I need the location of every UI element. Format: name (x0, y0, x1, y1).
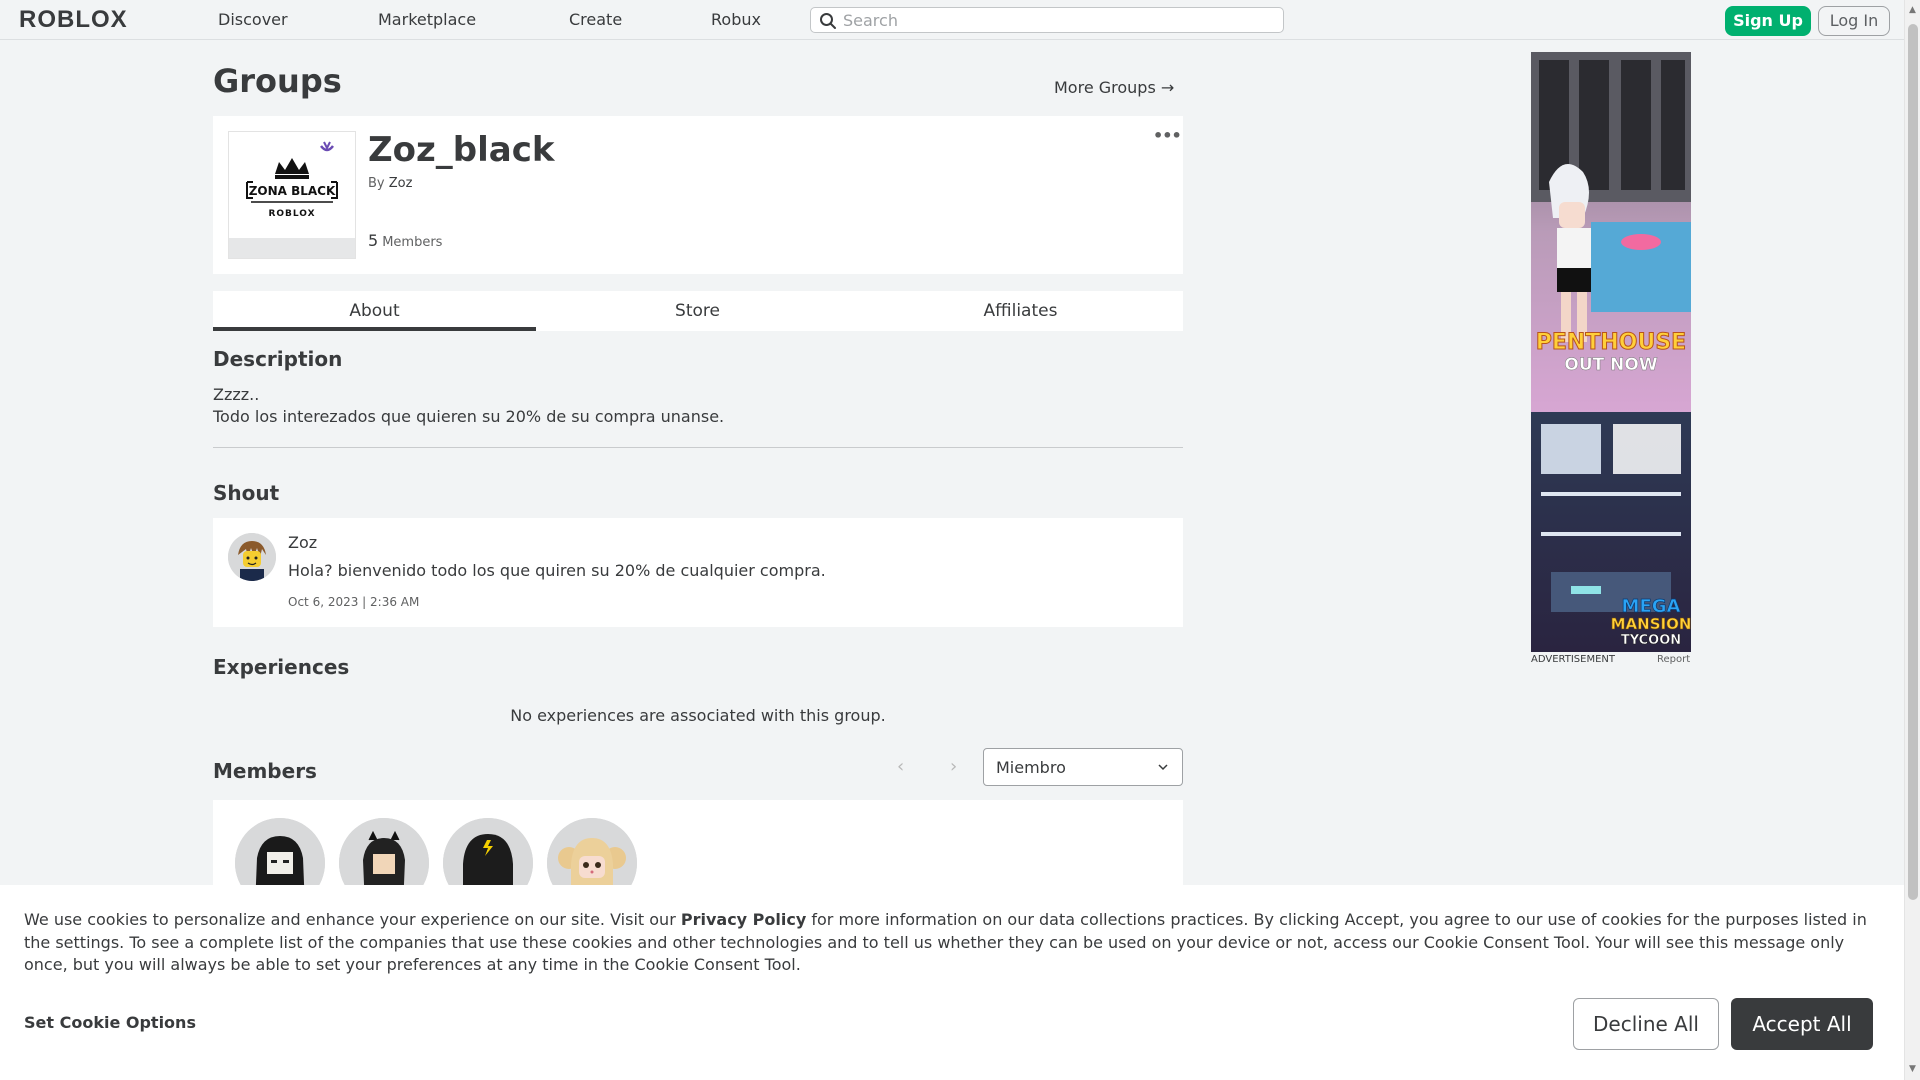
cookie-banner: We use cookies to personalize and enhanc… (0, 885, 1904, 1080)
ad-headline: PENTHOUSE (1536, 330, 1686, 355)
emblem-sub-text: ROBLOX (268, 209, 315, 219)
shout-title: Shout (213, 481, 280, 505)
members-title: Members (213, 759, 317, 783)
search-icon (820, 13, 836, 29)
description-title: Description (213, 347, 343, 371)
chevron-down-icon (1158, 764, 1168, 771)
nav-link-create[interactable]: Create (569, 10, 622, 29)
sign-up-button[interactable]: Sign Up (1725, 6, 1811, 36)
experiences-empty-message: No experiences are associated with this … (510, 706, 886, 725)
advertisement-label: ADVERTISEMENT (1531, 654, 1616, 665)
cookie-message: We use cookies to personalize and enhanc… (24, 910, 1867, 974)
nav-link-discover[interactable]: Discover (218, 10, 288, 29)
more-options-icon[interactable]: ••• (1153, 126, 1182, 145)
search-box (810, 7, 1284, 33)
ad-brand-line1: MEGA (1622, 596, 1681, 617)
scroll-up-arrow-icon[interactable]: ▲ (1909, 5, 1916, 15)
tab-affiliates[interactable]: Affiliates (859, 291, 1182, 331)
roblox-logo[interactable]: ROBLOX (19, 8, 128, 32)
chevron-left-icon[interactable]: ‹ (897, 756, 904, 777)
ad-subheadline: OUT NOW (1564, 355, 1657, 375)
ad-brand-line3: TYCOON (1621, 633, 1681, 648)
shout-author[interactable]: Zoz (288, 533, 317, 552)
group-emblem-image: ZONA BLACK ROBLOX (229, 132, 355, 238)
group-tabs: About Store Affiliates (213, 291, 1183, 331)
set-cookie-options-link[interactable]: Set Cookie Options (24, 1013, 196, 1032)
group-emblem: ZONA BLACK ROBLOX (228, 131, 356, 259)
page-scrollbar[interactable]: ▲ ▼ (1904, 0, 1920, 1080)
group-header-card: ZONA BLACK ROBLOX Zoz_black By Zoz 5 Memb… (213, 116, 1183, 274)
ad-brand-line2: MANSION (1611, 615, 1691, 633)
avatar[interactable] (228, 533, 276, 581)
more-groups-link[interactable]: More Groups → (1054, 78, 1174, 97)
decline-all-button[interactable]: Decline All (1573, 998, 1719, 1050)
shout-date: Oct 6, 2023 | 2:36 AM (288, 595, 420, 609)
accept-all-button[interactable]: Accept All (1731, 998, 1873, 1050)
description-text: Zzzz.. Todo los interezados que quieren … (213, 385, 725, 426)
nav-link-robux[interactable]: Robux (711, 10, 761, 29)
tab-store[interactable]: Store (536, 291, 859, 331)
log-in-button[interactable]: Log In (1818, 6, 1890, 36)
chevron-right-icon[interactable]: › (950, 756, 957, 777)
tab-about[interactable]: About (213, 291, 536, 331)
role-select[interactable]: Miembro (983, 748, 1183, 786)
advertisement-image: PENTHOUSE OUT NOW MEGA MANSION TYCOON (1531, 52, 1691, 652)
privacy-policy-link[interactable]: Privacy Policy (681, 910, 806, 929)
emblem-title-text: ZONA BLACK (249, 184, 336, 198)
shout-body: Hola? bienvenido todo los que quiren su … (288, 561, 826, 580)
page-title: Groups (213, 62, 342, 100)
role-select-value: Miembro (996, 758, 1066, 777)
scroll-down-arrow-icon[interactable]: ▼ (1909, 1064, 1916, 1074)
scroll-thumb[interactable] (1908, 24, 1918, 900)
divider (213, 447, 1183, 448)
group-owner-link[interactable]: Zoz (389, 176, 413, 191)
group-name: Zoz_black (368, 130, 555, 170)
experiences-title: Experiences (213, 655, 350, 679)
advertisement-banner[interactable]: PENTHOUSE OUT NOW MEGA MANSION TYCOON (1531, 52, 1691, 652)
ad-report-link[interactable]: Report (1657, 654, 1690, 665)
group-owner-line: By Zoz (368, 176, 413, 191)
top-nav-bar: ROBLOX Discover Marketplace Create Robux… (0, 0, 1904, 40)
group-member-count: 5 Members (368, 231, 443, 250)
shout-card: Zoz Hola? bienvenido todo los que quiren… (213, 518, 1183, 627)
nav-link-marketplace[interactable]: Marketplace (378, 10, 476, 29)
search-input[interactable] (843, 10, 1273, 30)
